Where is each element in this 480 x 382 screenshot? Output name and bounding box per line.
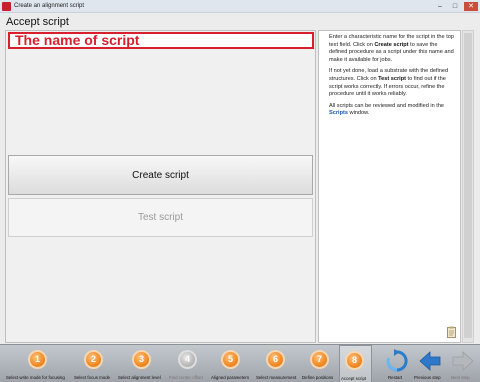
step-7[interactable]: 7 Define positions [301,345,339,382]
step-7-circle: 7 [310,350,329,369]
test-script-button[interactable]: Test script [8,198,313,237]
help-keyword: Test script [378,75,406,82]
step-1-label: Select write mode for focusing [6,375,65,380]
arrow-right-icon [452,351,474,371]
step-3[interactable]: 3 Select alignment level [117,345,167,382]
step-5-label: Aligned parameters [211,375,250,380]
scripts-link[interactable]: Scripts [329,110,348,116]
help-text: All scripts can be reviewed and modified… [329,102,445,109]
arrow-left-icon [419,351,441,371]
clipboard-icon[interactable] [447,326,456,338]
step-4: 4 Find center offset [168,345,210,382]
step-4-label: Find center offset [169,375,203,380]
step-2[interactable]: 2 Select focus mode [72,345,116,382]
help-panel: Enter a characteristic name for the scri… [318,30,461,343]
restart-icon [386,349,408,372]
help-paragraph-2: If not yet done, load a substrate with t… [329,68,456,98]
previous-step-button[interactable]: Previous step [414,345,446,382]
help-paragraph-1: Enter a characteristic name for the scri… [329,34,456,64]
step-2-label: Select focus mode [74,375,111,380]
next-step-label: Next step [451,375,470,380]
step-3-label: Select alignment level [118,375,161,380]
help-scrollbar[interactable] [462,30,474,343]
step-8-label: Accept script [341,376,367,381]
step-8[interactable]: 8 Accept script [339,345,372,382]
window-titlebar: Create an alignment script – □ ✕ [0,0,480,13]
step-6-circle: 6 [266,350,285,369]
minimize-button[interactable]: – [434,2,446,11]
wizard-step-bar: 1 Select write mode for focusing 2 Selec… [0,344,480,382]
close-button[interactable]: ✕ [464,2,478,11]
next-step-button: Next step [447,345,479,382]
create-script-button[interactable]: Create script [8,155,313,195]
help-paragraph-3: All scripts can be reviewed and modified… [329,103,456,118]
restart-button[interactable]: Restart [381,345,413,382]
main-panel: The name of script Create script Test sc… [5,30,316,343]
restart-label: Restart [388,375,403,380]
scrollbar-thumb[interactable] [464,33,472,338]
app-icon [2,2,11,11]
maximize-button[interactable]: □ [449,2,461,11]
step-4-circle: 4 [178,350,197,369]
step-2-circle: 2 [84,350,103,369]
step-8-circle: 8 [345,351,364,370]
panel-title: Accept script [6,16,69,28]
step-5[interactable]: 5 Aligned parameters [210,345,254,382]
help-text: window. [347,110,370,117]
window-title: Create an alignment script [14,3,85,9]
step-6[interactable]: 6 Select measurement [255,345,300,382]
step-7-label: Define positions [302,375,334,380]
step-6-label: Select measurement [256,375,297,380]
previous-step-label: Previous step [414,375,441,380]
step-3-circle: 3 [132,350,151,369]
step-5-circle: 5 [221,350,240,369]
step-1[interactable]: 1 Select write mode for focusing [4,345,72,382]
script-name-field[interactable]: The name of script [8,32,314,49]
step-1-circle: 1 [28,350,47,369]
help-keyword: Create script [374,41,409,48]
